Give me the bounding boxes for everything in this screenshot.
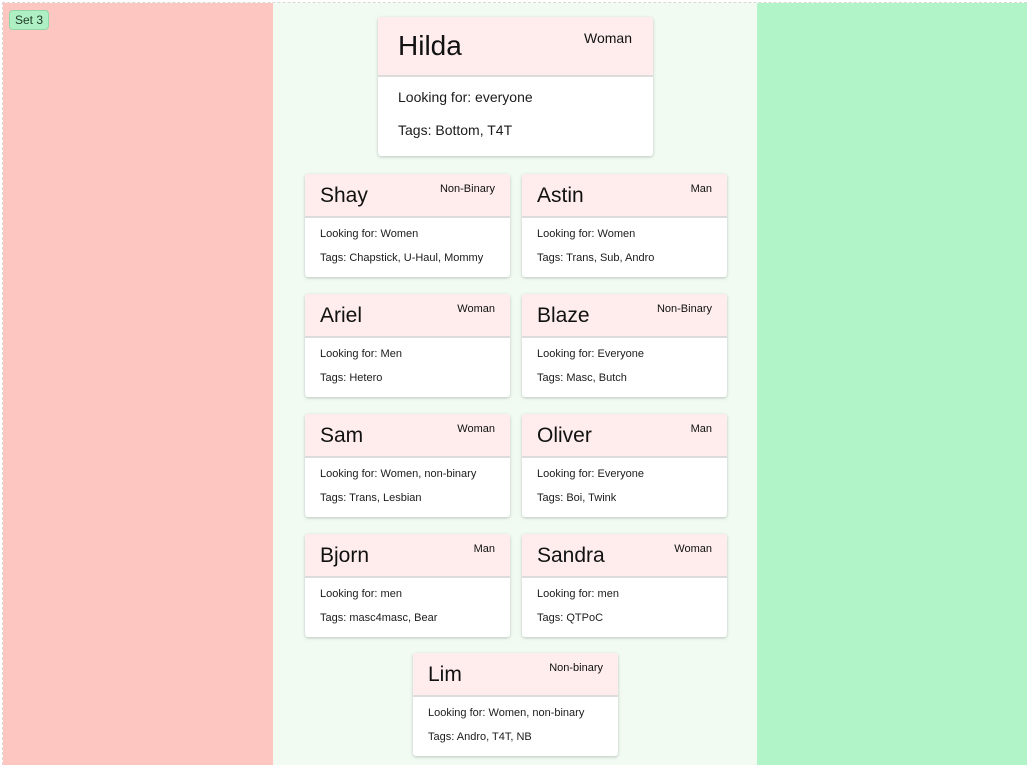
profile-looking-for: Looking for: Everyone bbox=[537, 348, 645, 360]
profile-gender: Man bbox=[690, 423, 712, 435]
card-header: Oliver Man bbox=[522, 414, 727, 458]
profile-tags: Tags: Boi, Twink bbox=[537, 492, 617, 504]
profile-gender: Woman bbox=[584, 30, 632, 46]
reject-drop-zone[interactable] bbox=[3, 3, 273, 765]
profile-tags: Tags: masc4masc, Bear bbox=[320, 612, 438, 624]
card-header: Astin Man bbox=[522, 174, 727, 218]
profile-name: Astin bbox=[537, 184, 584, 207]
profile-looking-for: Looking for: Everyone bbox=[537, 468, 645, 480]
profile-gender: Woman bbox=[674, 543, 712, 555]
set-badge: Set 3 bbox=[9, 10, 50, 30]
profile-gender: Man bbox=[690, 183, 712, 195]
profile-looking-for: Looking for: Men bbox=[320, 348, 402, 360]
card-header: Shay Non-Binary bbox=[305, 174, 510, 218]
profile-name: Hilda bbox=[398, 30, 462, 61]
card-header: Sam Woman bbox=[305, 414, 510, 458]
profile-name: Sandra bbox=[537, 544, 605, 567]
accept-drop-zone[interactable] bbox=[757, 3, 1027, 765]
card-header: Ariel Woman bbox=[305, 294, 510, 338]
profile-looking-for: Looking for: men bbox=[320, 588, 402, 600]
profile-gender: Non-binary bbox=[549, 662, 603, 674]
profile-looking-for: Looking for: Women bbox=[320, 228, 419, 240]
featured-profile-card[interactable]: Hilda Woman Looking for: everyone Tags: … bbox=[378, 17, 653, 156]
profile-looking-for: Looking for: men bbox=[537, 588, 619, 600]
profile-looking-for: Looking for: Women, non-binary bbox=[428, 707, 585, 719]
profile-tags: Tags: Bottom, T4T bbox=[398, 122, 513, 138]
profile-tags: Tags: Trans, Sub, Andro bbox=[537, 252, 655, 264]
profile-tags: Tags: QTPoC bbox=[537, 612, 604, 624]
profile-card[interactable]: Oliver Man Looking for: Everyone Tags: B… bbox=[522, 414, 727, 517]
card-header: Lim Non-binary bbox=[413, 653, 618, 697]
profile-card[interactable]: Ariel Woman Looking for: Men Tags: Heter… bbox=[305, 294, 510, 397]
profile-tags: Tags: Andro, T4T, NB bbox=[428, 731, 532, 743]
profile-name: Shay bbox=[320, 184, 368, 207]
profile-tags: Tags: Chapstick, U-Haul, Mommy bbox=[320, 252, 484, 264]
profile-name: Bjorn bbox=[320, 544, 370, 567]
profile-tags: Tags: Trans, Lesbian bbox=[320, 492, 422, 504]
profile-name: Blaze bbox=[537, 304, 590, 327]
profile-gender: Non-Binary bbox=[439, 183, 495, 195]
profile-tags: Tags: Hetero bbox=[320, 372, 383, 384]
profile-gender: Non-Binary bbox=[656, 303, 712, 315]
card-header: Hilda Woman bbox=[378, 17, 653, 77]
profile-card[interactable]: Astin Man Looking for: Women Tags: Trans… bbox=[522, 174, 727, 277]
profile-looking-for: Looking for: Women bbox=[537, 228, 636, 240]
profile-name: Sam bbox=[320, 424, 364, 447]
profile-tags: Tags: Masc, Butch bbox=[537, 372, 627, 384]
profile-name: Ariel bbox=[320, 304, 363, 327]
card-header: Blaze Non-Binary bbox=[522, 294, 727, 338]
profile-card[interactable]: Lim Non-binary Looking for: Women, non-b… bbox=[413, 653, 618, 756]
profile-name: Lim bbox=[428, 663, 462, 686]
profile-gender: Woman bbox=[457, 303, 495, 315]
profile-card[interactable]: Sam Woman Looking for: Women, non-binary… bbox=[305, 414, 510, 517]
card-header: Sandra Woman bbox=[522, 534, 727, 578]
profile-gender: Man bbox=[473, 543, 495, 555]
card-header: Bjorn Man bbox=[305, 534, 510, 578]
profile-card[interactable]: Bjorn Man Looking for: men Tags: masc4ma… bbox=[305, 534, 510, 637]
profile-looking-for: Looking for: everyone bbox=[398, 89, 533, 105]
profile-card[interactable]: Shay Non-Binary Looking for: Women Tags:… bbox=[305, 174, 510, 277]
profile-card[interactable]: Sandra Woman Looking for: men Tags: QTPo… bbox=[522, 534, 727, 637]
profile-card[interactable]: Blaze Non-Binary Looking for: Everyone T… bbox=[522, 294, 727, 397]
profile-name: Oliver bbox=[537, 424, 592, 447]
profile-gender: Woman bbox=[457, 423, 495, 435]
profile-looking-for: Looking for: Women, non-binary bbox=[320, 468, 477, 480]
